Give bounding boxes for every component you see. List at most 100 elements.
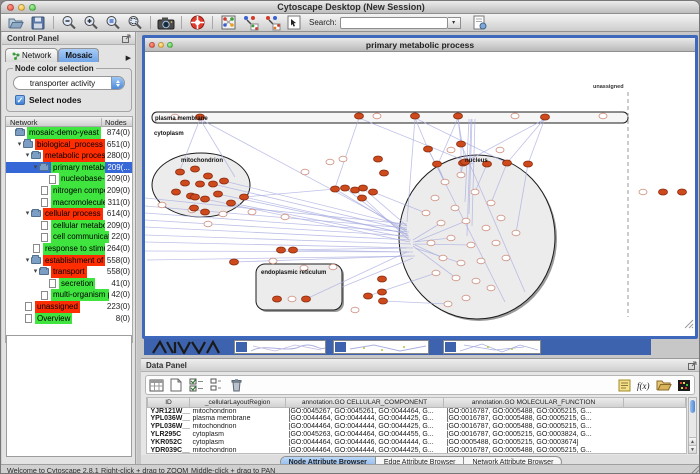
gene-node[interactable] (433, 161, 442, 167)
tree-item-unassigned[interactable]: unassigned223(0) (6, 301, 132, 313)
gene-node[interactable] (541, 114, 550, 120)
gene-node[interactable] (457, 141, 466, 147)
tab-network[interactable]: Network (5, 48, 58, 62)
column-header-id[interactable]: ID (148, 398, 190, 407)
tree-item-establishment-of-lo[interactable]: ▾establishment of lo558(0) (6, 255, 132, 267)
gene-node[interactable] (209, 181, 218, 187)
disclosure-arrow-icon[interactable]: ▾ (32, 162, 39, 174)
gene-node[interactable] (467, 242, 475, 248)
float-panel-icon[interactable] (122, 34, 131, 45)
gene-node[interactable] (277, 247, 286, 253)
select-nodes-checkbox[interactable]: ✓ (15, 95, 25, 105)
tree-item-macromolecule[interactable]: macromolecule311(0) (6, 197, 132, 209)
tree-item-biological-process[interactable]: ▾biological_process651(0) (6, 139, 132, 151)
layout-network-1-icon[interactable] (239, 14, 261, 31)
gene-node[interactable] (444, 301, 452, 307)
gene-node[interactable] (248, 209, 256, 215)
tree-item-secretion[interactable]: secretion41(0) (6, 278, 132, 290)
snapshot-camera-icon[interactable] (155, 14, 177, 31)
gene-node[interactable] (451, 205, 459, 211)
tree-item-nucleobase-[interactable]: nucleobase-209(0) (6, 173, 132, 185)
gene-node[interactable] (204, 173, 213, 179)
gene-node[interactable] (512, 230, 520, 236)
network-window-titlebar[interactable]: primary metabolic process (145, 38, 695, 52)
gene-node[interactable] (678, 189, 687, 195)
gene-node[interactable] (454, 113, 463, 119)
tree-item-transport[interactable]: ▾transport558(0) (6, 266, 132, 278)
gene-node[interactable] (378, 276, 387, 282)
disclosure-arrow-icon[interactable]: ▾ (24, 208, 31, 220)
birdseye-overview-icon[interactable] (217, 14, 239, 31)
search-dropdown-button[interactable]: ▾ (448, 17, 461, 29)
import-settings-icon[interactable] (469, 14, 491, 31)
combo-stepper-icon[interactable] (111, 77, 124, 89)
gene-node[interactable] (639, 189, 647, 195)
disclosure-arrow-icon[interactable]: ▾ (24, 150, 31, 162)
tree-header[interactable]: Network Nodes (5, 116, 133, 127)
gene-node[interactable] (457, 172, 465, 178)
zoom-fit-icon[interactable] (124, 14, 146, 31)
gene-node[interactable] (462, 218, 470, 224)
gene-node[interactable] (511, 113, 519, 119)
float-panel-icon[interactable] (688, 361, 697, 372)
scroll-up-icon[interactable]: ▲ (689, 437, 696, 445)
gene-node[interactable] (472, 278, 480, 284)
attribute-table[interactable]: ID _cellularLayoutRegion annotation.GO C… (146, 397, 687, 454)
gene-node[interactable] (190, 205, 199, 211)
gene-node[interactable] (373, 113, 381, 119)
select-all-attributes-icon[interactable] (186, 376, 206, 394)
gene-node[interactable] (462, 295, 470, 301)
gene-node[interactable] (191, 194, 200, 200)
birdseye-view[interactable] (6, 335, 132, 457)
delete-attribute-trash-icon[interactable] (226, 376, 246, 394)
gene-node[interactable] (196, 181, 205, 187)
table-row[interactable]: YPL036W__1mitochondrion[GO:0044464, GO:0… (148, 423, 686, 431)
unselect-attributes-icon[interactable] (206, 376, 226, 394)
table-row[interactable]: YKR052Ccytoplasm[GO:0044464, GO:0044446,… (148, 439, 686, 447)
gene-node[interactable] (329, 264, 337, 270)
gene-node[interactable] (331, 186, 340, 192)
table-row[interactable]: YJR121W__1mitochondrion[GO:0045267, GO:0… (148, 407, 686, 415)
gene-node[interactable] (487, 200, 495, 206)
gene-node[interactable] (176, 169, 185, 175)
gene-node[interactable] (422, 210, 430, 216)
minimized-window-3[interactable] (443, 340, 541, 354)
gene-node[interactable] (452, 275, 460, 281)
column-header-molecular-function[interactable]: annotation.GO MOLECULAR_FUNCTION (444, 398, 624, 407)
gene-node[interactable] (441, 179, 449, 185)
gene-node[interactable] (496, 147, 504, 153)
notes-icon[interactable] (614, 376, 634, 394)
attribute-matrix-icon[interactable] (674, 376, 694, 394)
gene-node[interactable] (240, 194, 249, 200)
gene-node[interactable] (471, 189, 479, 195)
gene-node[interactable] (191, 166, 200, 172)
tree-item-metabolic-process[interactable]: ▾metabolic process280(0) (6, 150, 132, 162)
gene-node[interactable] (369, 189, 378, 195)
node-color-combo[interactable]: transporter activity (13, 76, 125, 90)
gene-node[interactable] (201, 209, 210, 215)
table-row[interactable]: YLR295Ccytoplasm[GO:0045263, GO:0044464,… (148, 431, 686, 439)
gene-node[interactable] (502, 255, 510, 261)
gene-node[interactable] (447, 147, 455, 153)
window-resize-grip[interactable] (684, 316, 694, 334)
gene-node[interactable] (281, 214, 289, 220)
gene-node[interactable] (447, 235, 455, 241)
disclosure-arrow-icon[interactable]: ▾ (16, 139, 23, 151)
annotation-icon[interactable] (283, 14, 305, 31)
formula-fx-icon[interactable]: f(x) (634, 376, 654, 394)
tree-item-nitrogen-compo[interactable]: nitrogen compo209(0) (6, 185, 132, 197)
gene-node[interactable] (432, 270, 440, 276)
help-lifering-icon[interactable] (186, 14, 208, 31)
zoom-out-icon[interactable] (58, 14, 80, 31)
column-header-cellular-component[interactable]: annotation.GO CELLULAR_COMPONENT (286, 398, 444, 407)
gene-node[interactable] (201, 196, 210, 202)
gene-node[interactable] (477, 258, 485, 264)
gene-node[interactable] (378, 289, 387, 295)
gene-node[interactable] (374, 156, 383, 162)
layout-network-2-icon[interactable] (261, 14, 283, 31)
gene-node[interactable] (220, 178, 229, 184)
save-session-icon[interactable] (27, 14, 49, 31)
tree-item-cell-communicat[interactable]: cell communicat22(0) (6, 231, 132, 243)
gene-node[interactable] (269, 258, 277, 264)
gene-node[interactable] (302, 296, 311, 302)
